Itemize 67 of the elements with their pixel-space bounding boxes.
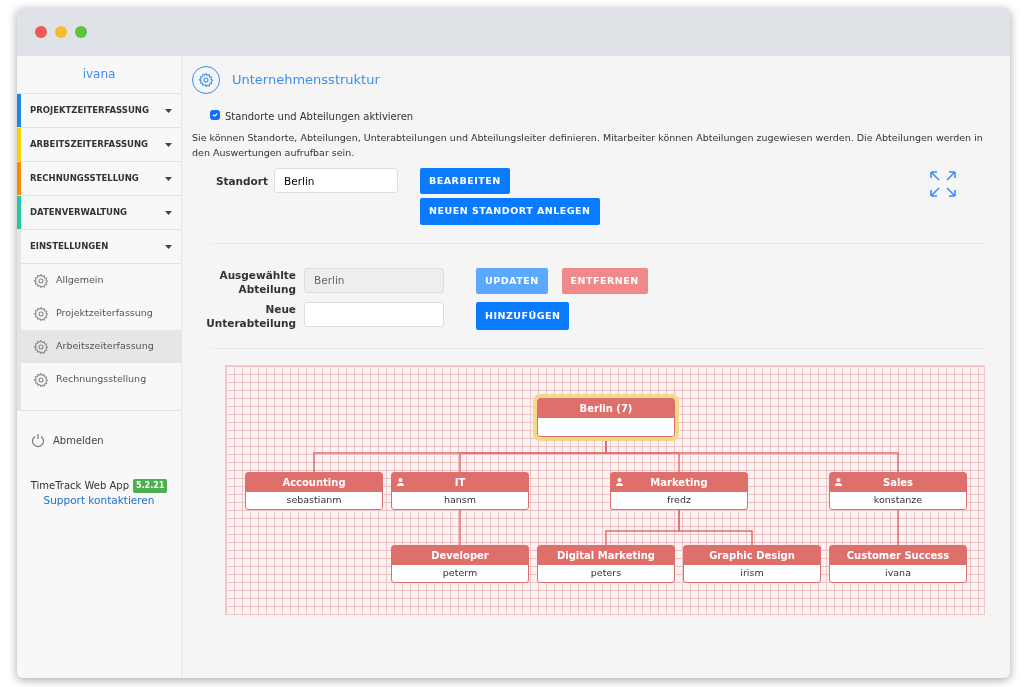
node-title: Graphic Design [684, 545, 820, 565]
version-badge: 5.2.21 [133, 478, 168, 493]
gear-icon [33, 371, 49, 388]
enable-checkbox[interactable] [210, 110, 220, 120]
caret-icon [165, 108, 172, 113]
node-title: Sales [882, 475, 914, 490]
node-lead: peters [589, 566, 623, 581]
nav-item[interactable]: Allgemein [21, 264, 181, 297]
add-button[interactable]: HINZUFÜGEN [476, 301, 570, 330]
page-title: Unternehmensstruktur [232, 71, 380, 90]
node-lead: ivana [884, 566, 912, 581]
caret-icon [165, 142, 172, 147]
node-lead: fredz [666, 493, 692, 508]
org-node[interactable]: Sales konstanze [829, 471, 967, 510]
node-title: Marketing [650, 475, 708, 490]
gear-icon [33, 272, 49, 289]
node-title: Developer [392, 545, 528, 565]
org-node[interactable]: IT hansm [391, 471, 529, 510]
checkbox-label: Standorte und Abteilungen aktivieren [225, 110, 414, 124]
nav-section[interactable]: EINSTELLUNGEN [17, 230, 181, 264]
connector-line [897, 507, 899, 546]
nav-section[interactable]: ARBEITSZEITERFASSUNG [17, 128, 181, 162]
caret-icon [165, 244, 172, 249]
org-node[interactable]: Customer Success ivana [829, 544, 967, 583]
node-lead: irism [739, 566, 765, 581]
caret-icon [165, 176, 172, 181]
action-button[interactable]: NEUEN STANDORT ANLEGEN [420, 198, 600, 225]
minimize-icon[interactable] [55, 26, 67, 38]
org-node[interactable]: Accounting sebastianm [245, 471, 383, 510]
caret-icon [165, 210, 172, 215]
org-node[interactable]: Digital Marketing peters [537, 544, 675, 583]
org-node[interactable]: Graphic Design irism [683, 544, 821, 583]
power-icon[interactable] [31, 433, 45, 448]
description-text: Sie können Standorte, Abteilungen, Unterabteilungen und Abteilungsleiter definieren. Mitarbeiter können Abteilungen zugewiesen werden. Die Abteilungen werden in den Auswertungen aufrufbar sein. [192, 131, 984, 160]
node-title: Berlin (7) [538, 398, 674, 418]
nav-section[interactable]: RECHNUNGSSTELLUNG [17, 162, 181, 196]
department-field[interactable]: Berlin [304, 267, 444, 293]
nav-section[interactable]: PROJEKTZEITERFASSUNG [17, 94, 181, 128]
support-link[interactable]: Support kontaktieren [17, 493, 181, 509]
logout-link[interactable]: Abmelden [53, 433, 104, 448]
node-title: IT [454, 475, 466, 490]
app-name: TimeTrack Web App [30, 479, 129, 493]
maximize-icon[interactable] [75, 26, 87, 38]
node-title: Digital Marketing [538, 545, 674, 565]
nav-item[interactable]: Projektzeiterfassung [21, 297, 181, 330]
action-button[interactable]: BEARBEITEN [420, 168, 510, 195]
org-node[interactable]: Developer peterm [391, 544, 529, 583]
node-lead: hansm [442, 493, 478, 508]
expand-icon[interactable] [929, 170, 957, 198]
node-lead: sebastianm [285, 493, 343, 508]
node-title: Accounting [246, 472, 382, 492]
gear-icon [33, 305, 49, 322]
connector-line [459, 507, 461, 546]
nav-item[interactable]: Arbeitszeiterfassung [21, 330, 181, 363]
field-label: Neue Unterabteilung [206, 301, 296, 330]
node-lead: konstanze [872, 493, 924, 508]
node-lead: peterm [441, 566, 479, 581]
node-title: Customer Success [830, 545, 966, 565]
location-field[interactable]: Berlin [274, 168, 398, 193]
gear-icon [33, 338, 49, 355]
nav-item[interactable]: Rechnungsstellung [21, 363, 181, 396]
subdepartment-field[interactable] [304, 301, 444, 327]
close-icon[interactable] [35, 26, 47, 38]
nav-section[interactable]: DATENVERWALTUNG [17, 196, 181, 230]
field-label: Ausgewählte Abteilung [218, 267, 296, 296]
org-node[interactable]: Marketing fredz [610, 471, 748, 510]
field-label: Standort [214, 174, 268, 189]
